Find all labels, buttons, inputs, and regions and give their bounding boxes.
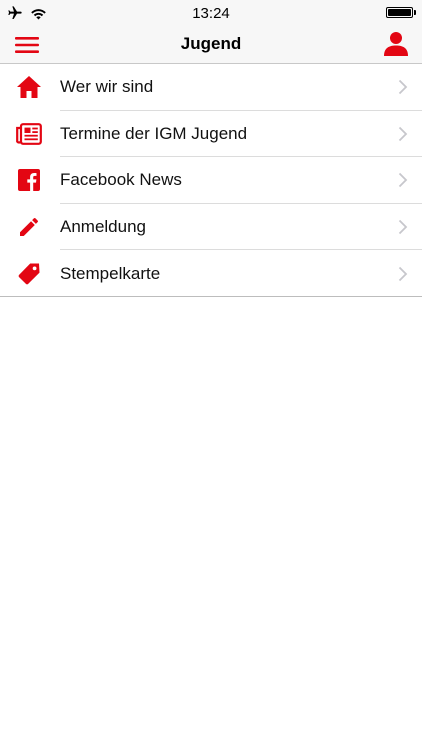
person-icon[interactable] — [383, 30, 409, 58]
menu-list: Wer wir sind Termine der IGM Jugend Face… — [0, 64, 422, 297]
battery-fill — [388, 9, 411, 16]
list-item-stempelkarte[interactable]: Stempelkarte — [0, 250, 422, 297]
pencil-icon — [16, 214, 42, 240]
tag-icon — [16, 261, 42, 287]
list-item-wer-wir-sind[interactable]: Wer wir sind — [0, 64, 422, 111]
facebook-icon — [16, 167, 42, 193]
list-item-label: Wer wir sind — [60, 77, 154, 97]
newspaper-icon — [16, 121, 42, 147]
list-item-anmeldung[interactable]: Anmeldung — [0, 204, 422, 251]
list-item-label: Stempelkarte — [60, 263, 161, 283]
nav-bar: Jugend — [0, 28, 422, 64]
list-item-label: Anmeldung — [60, 217, 147, 237]
home-icon — [16, 74, 42, 100]
list-item-label: Facebook News — [60, 170, 182, 190]
chevron-right-icon — [398, 172, 408, 188]
page-title: Jugend — [180, 34, 242, 53]
chevron-right-icon — [398, 266, 408, 282]
divider — [0, 295, 422, 297]
status-bar: 13:24 — [0, 0, 422, 28]
list-item-termine[interactable]: Termine der IGM Jugend — [0, 111, 422, 158]
chevron-right-icon — [398, 126, 408, 142]
list-item-facebook-news[interactable]: Facebook News — [0, 157, 422, 204]
chevron-right-icon — [398, 79, 408, 95]
list-item-label: Termine der IGM Jugend — [60, 123, 248, 143]
status-time: 13:24 — [192, 5, 230, 22]
chevron-right-icon — [398, 219, 408, 235]
battery-icon — [386, 7, 416, 18]
